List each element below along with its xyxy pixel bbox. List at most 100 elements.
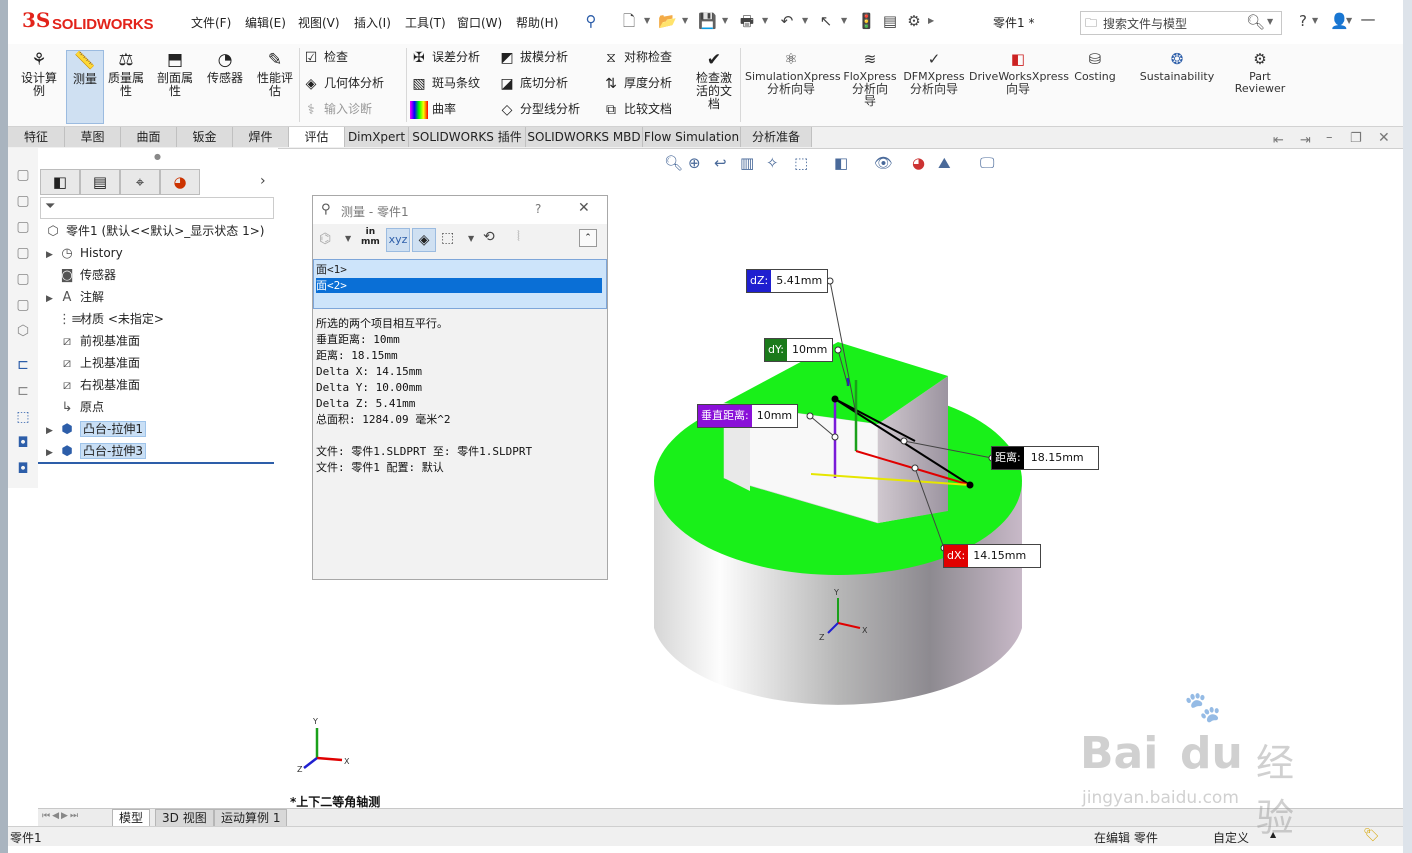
help-icon[interactable]: ? [1294, 12, 1312, 30]
tab-weldments[interactable]: 焊件 [233, 127, 289, 147]
tab-solidworks-mbd[interactable]: SOLIDWORKS MBD [526, 127, 643, 147]
chevron-right-icon[interactable]: › [260, 173, 266, 189]
rebuild-tag-icon[interactable]: 🏷 [1363, 828, 1380, 843]
search-box[interactable]: 🗀 搜索文件与模型 🔍︎ ▼ [1080, 11, 1282, 35]
selection-item[interactable]: 面<2> [316, 278, 602, 293]
menu-window[interactable]: 窗口(W) [457, 14, 502, 31]
tree-item-sensors[interactable]: ◙ 传感器 [46, 265, 116, 285]
import-diagnostics-button[interactable]: ⚕ 输入诊断 [302, 99, 372, 119]
close-icon[interactable]: ✕ [578, 200, 590, 216]
pin-icon[interactable]: ⚲ [582, 12, 600, 30]
tree-item-front-plane[interactable]: ⧄ 前视基准面 [46, 331, 140, 351]
tree-filter[interactable]: ⏷ [40, 197, 274, 219]
cube-icon[interactable]: ▢ [14, 192, 32, 210]
create-sensor-icon[interactable]: ⦚ [517, 229, 520, 245]
simulationxpress-button[interactable]: ⚛ SimulationXpress 分析向导 [745, 50, 841, 95]
part-icon[interactable]: ◘ [14, 460, 32, 478]
undo-icon[interactable]: ↶ [778, 12, 796, 30]
mass-properties-button[interactable]: ⚖ 质量属性 [106, 50, 146, 98]
part-icon[interactable]: ◘ [14, 434, 32, 452]
displaymanager-tab[interactable]: ◕ [160, 169, 200, 195]
measure-button[interactable]: 📏 测量 [66, 50, 104, 124]
select-icon[interactable]: ⬚ [14, 408, 32, 426]
sensor-button[interactable]: ◔ 传感器 [204, 50, 246, 85]
edit-appearance-icon[interactable]: ◕ [912, 154, 925, 172]
menu-file[interactable]: 文件(F) [191, 14, 231, 31]
cube-icon[interactable]: ▢ [14, 296, 32, 314]
tab-dimxpert[interactable]: DimXpert [345, 127, 409, 147]
pane-right-icon[interactable]: ⇥ [1300, 133, 1311, 148]
select-dropdown-icon[interactable]: ▼ [841, 16, 847, 25]
rollback-bar[interactable] [38, 462, 274, 464]
design-study-button[interactable]: ⚘ 设计算例 [14, 50, 64, 98]
menu-edit[interactable]: 编辑(E) [245, 14, 286, 31]
tab-sheet-metal[interactable]: 钣金 [177, 127, 233, 147]
dfmxpress-button[interactable]: ✓ DFMXpress 分析向导 [901, 50, 967, 95]
expand-icon[interactable]: ▶ [46, 289, 58, 309]
print-icon[interactable]: 🖶 [738, 12, 756, 30]
tree-item-extrude3[interactable]: ▶ ⬢ 凸台-拉伸3 [46, 441, 146, 461]
zebra-stripes-button[interactable]: ▧ 斑马条纹 [410, 73, 480, 93]
check-button[interactable]: ☑ 检查 [302, 47, 348, 67]
expand-icon[interactable]: ▶ [46, 245, 58, 265]
curvature-button[interactable]: 曲率 [410, 99, 456, 119]
dx-callout[interactable]: dX: 14.15mm [943, 544, 1042, 568]
file-properties-icon[interactable]: ▤ [881, 12, 899, 30]
select-arrow-icon[interactable]: ↖ [817, 12, 835, 30]
doc-close-icon[interactable]: ✕ [1378, 130, 1390, 146]
tree-item-extrude1[interactable]: ▶ ⬢ 凸台-拉伸1 [46, 419, 146, 439]
tab-analysis-prep[interactable]: 分析准备 [741, 127, 812, 147]
pane-left-icon[interactable]: ⇤ [1273, 133, 1284, 148]
tree-item-origin[interactable]: ↳ 原点 [46, 397, 104, 417]
dz-callout[interactable]: dZ: 5.41mm [746, 269, 829, 293]
cube-icon[interactable]: ▢ [14, 166, 32, 184]
show-xyz-icon[interactable]: xyz [386, 228, 410, 252]
arc-circle-icon[interactable]: ⌬ [319, 231, 331, 247]
tab-surfaces[interactable]: 曲面 [121, 127, 177, 147]
undo-dropdown-icon[interactable]: ▼ [802, 16, 808, 25]
options-dropdown-icon[interactable]: ▶ [928, 16, 934, 25]
floxpress-button[interactable]: ≋ FloXpress 分析向导 [841, 50, 899, 107]
parting-line-analysis-button[interactable]: ◇ 分型线分析 [498, 99, 580, 119]
tree-item-material[interactable]: ⋮≡材质 <未指定> [46, 309, 164, 329]
part-reviewer-button[interactable]: ⚙ Part Reviewer [1230, 50, 1290, 95]
undercut-analysis-button[interactable]: ◪ 底切分析 [498, 73, 568, 93]
measure-title-bar[interactable]: ⚲ 测量 - 零件1 ? ✕ [313, 196, 607, 224]
menu-help[interactable]: 帮助(H) [516, 14, 558, 31]
sustainability-button[interactable]: ❂ Sustainability [1136, 50, 1218, 83]
symmetry-check-button[interactable]: ⧖ 对称检查 [602, 47, 672, 67]
cube-icon[interactable]: ⬡ [14, 322, 32, 340]
costing-button[interactable]: ⛁ Costing [1070, 50, 1120, 83]
draft-analysis-button[interactable]: ◩ 拔模分析 [498, 47, 568, 67]
tree-item-annotations[interactable]: ▶ A 注解 [46, 287, 104, 307]
open-folder-icon[interactable]: 📂 [658, 12, 677, 30]
cube-icon[interactable]: ▢ [14, 270, 32, 288]
expand-icon[interactable]: ▶ [46, 443, 58, 463]
driveworksxpress-button[interactable]: ◧ DriveWorksXpress 向导 [969, 50, 1069, 95]
measurement-history-icon[interactable]: ⟲ [483, 229, 495, 245]
propertymanager-tab[interactable]: ▤ [80, 169, 120, 195]
tab-evaluate[interactable]: 评估 [289, 127, 345, 147]
help-button[interactable]: ? [535, 202, 541, 216]
help-dropdown-icon[interactable]: ▼ [1312, 16, 1318, 25]
new-document-icon[interactable]: 🗋 [620, 12, 638, 30]
expand-icon[interactable]: ▶ [46, 421, 58, 441]
thickness-analysis-button[interactable]: ⇅ 厚度分析 [602, 73, 672, 93]
view-orientation-icon[interactable]: ⬚ [794, 154, 808, 172]
geometry-analysis-button[interactable]: ◈ 几何体分析 [302, 73, 384, 93]
section-properties-button[interactable]: ⬒ 剖面属性 [153, 50, 197, 98]
previous-view-icon[interactable]: ↩ [714, 154, 727, 172]
print-dropdown-icon[interactable]: ▼ [762, 16, 768, 25]
cube-icon[interactable]: ▢ [14, 218, 32, 236]
dropdown-icon[interactable]: ▼ [468, 234, 474, 243]
point-to-point-icon[interactable]: ◈ [412, 228, 436, 252]
menu-tools[interactable]: 工具(T) [405, 14, 446, 31]
menu-insert[interactable]: 插入(I) [354, 14, 391, 31]
selection-list[interactable]: 面<1> 面<2> [313, 259, 607, 309]
tab-features[interactable]: 特征 [8, 127, 65, 147]
doc-minimize-icon[interactable]: – [1326, 130, 1333, 145]
open-dropdown-icon[interactable]: ▼ [682, 16, 688, 25]
selection-item[interactable]: 面<1> [316, 262, 602, 277]
configurationmanager-tab[interactable]: ⌖ [120, 169, 160, 195]
zoom-to-fit-icon[interactable]: 🔍︎ [664, 154, 683, 172]
